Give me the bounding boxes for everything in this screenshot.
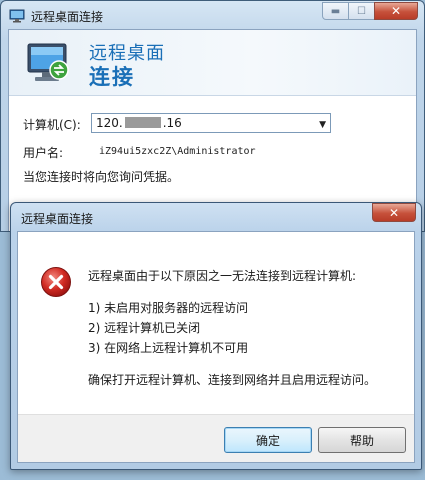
error-reason-1: 1) 未启用对服务器的远程访问 bbox=[88, 301, 249, 315]
window-client-area: 远程桌面 连接 计算机(C): 120. .16 ▼ 用户名: iZ94ui5zx… bbox=[8, 29, 417, 231]
minimize-icon: ▬ bbox=[330, 5, 341, 17]
remote-desktop-app-icon bbox=[9, 9, 25, 23]
desktop: 远程桌面连接 ▬ ☐ ✕ 远程桌面 连接 计算机(C): 120. .16 ▼ … bbox=[0, 0, 425, 480]
maximize-button[interactable]: ☐ bbox=[348, 2, 375, 20]
computer-value-prefix: 120. bbox=[96, 116, 123, 130]
dialog-content: 远程桌面由于以下原因之一无法连接到远程计算机: 1) 未启用对服务器的远程访问 … bbox=[17, 231, 415, 463]
banner: 远程桌面 连接 bbox=[9, 30, 416, 96]
banner-title-line2: 连接 bbox=[89, 65, 135, 89]
ok-button-label: 确定 bbox=[255, 433, 280, 448]
error-advice: 确保打开远程计算机、连接到网络并且启用远程访问。 bbox=[88, 373, 377, 387]
window-titlebar: 远程桌面连接 bbox=[9, 6, 103, 26]
error-icon bbox=[41, 267, 71, 297]
minimize-button[interactable]: ▬ bbox=[322, 2, 349, 20]
credentials-hint: 当您连接时将向您询问凭据。 bbox=[23, 170, 180, 184]
close-button[interactable]: ✕ bbox=[374, 2, 418, 20]
error-intro: 远程桌面由于以下原因之一无法连接到远程计算机: bbox=[88, 269, 357, 283]
help-button-label: 帮助 bbox=[349, 433, 374, 448]
error-reason-2: 2) 远程计算机已关闭 bbox=[88, 321, 201, 335]
ok-button[interactable]: 确定 bbox=[224, 427, 312, 453]
close-icon: ✕ bbox=[388, 205, 400, 220]
dropdown-arrow-icon[interactable]: ▼ bbox=[319, 116, 326, 134]
redacted-ip-segment bbox=[124, 117, 161, 128]
help-button[interactable]: 帮助 bbox=[318, 427, 406, 453]
maximize-icon: ☐ bbox=[357, 5, 366, 17]
error-reason-3: 3) 在网络上远程计算机不可用 bbox=[88, 341, 249, 355]
username-label: 用户名: bbox=[23, 146, 64, 160]
computer-value-suffix: .16 bbox=[162, 116, 182, 130]
dialog-close-button[interactable]: ✕ bbox=[372, 203, 416, 222]
username-value: iZ94ui5zxc2Z\Administrator bbox=[99, 146, 256, 157]
error-dialog: 远程桌面连接 ✕ 远程桌面由于以下原因之一无法连接到远程计算机: 1) 未启用对… bbox=[10, 202, 422, 470]
computer-label: 计算机(C): bbox=[23, 118, 81, 132]
dialog-button-bar: 确定 帮助 bbox=[18, 414, 414, 462]
remote-desktop-window: 远程桌面连接 ▬ ☐ ✕ 远程桌面 连接 计算机(C): 120. .16 ▼ … bbox=[0, 0, 425, 232]
close-icon: ✕ bbox=[390, 4, 402, 18]
dialog-title: 远程桌面连接 bbox=[21, 212, 94, 226]
window-title: 远程桌面连接 bbox=[31, 9, 104, 24]
remote-monitor-icon bbox=[27, 43, 69, 81]
computer-combobox[interactable]: 120. .16 ▼ bbox=[91, 113, 331, 133]
window-controls: ▬ ☐ ✕ bbox=[322, 2, 418, 20]
